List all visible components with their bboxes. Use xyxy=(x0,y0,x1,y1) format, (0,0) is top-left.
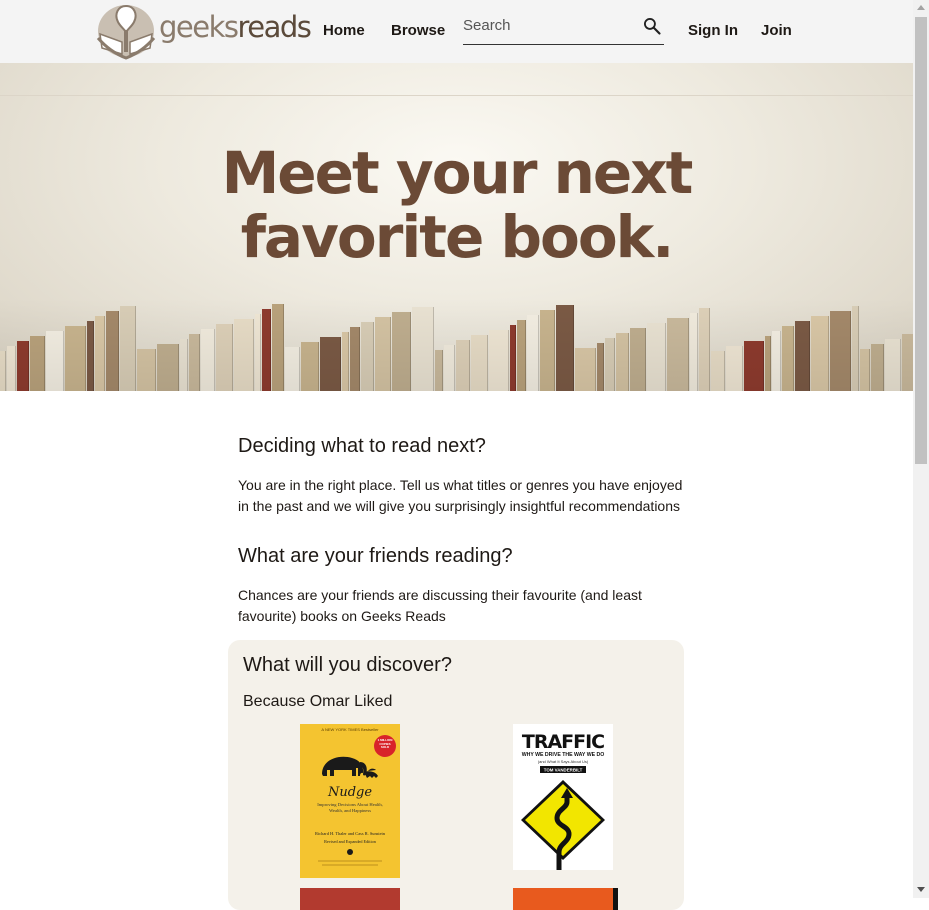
logo-text-dark: reads xyxy=(237,10,312,44)
book-cover-banner: A NEW YORK TIMES Bestseller xyxy=(321,727,379,732)
book-cover-tagline: (and What It Says About Us) xyxy=(538,759,589,764)
hero-headline-line1: Meet your next xyxy=(221,139,694,207)
sign-in-link[interactable]: Sign In xyxy=(688,22,738,39)
book-cover-edition: Revised and Expanded Edition xyxy=(324,839,377,844)
search-icon[interactable] xyxy=(642,16,662,36)
bookshelf-illustration xyxy=(0,298,913,391)
section-heading-deciding: Deciding what to read next? xyxy=(238,435,486,457)
section-heading-friends: What are your friends reading? xyxy=(238,545,513,567)
book-cover-traffic[interactable]: TRAFFIC WHY WE DRIVE THE WAY WE DO (and … xyxy=(513,724,613,870)
scrollbar-thumb[interactable] xyxy=(915,17,927,464)
book-cover-authors: Richard H. Thaler and Cass R. Sunstein xyxy=(315,831,386,836)
discover-title: What will you discover? xyxy=(243,654,452,676)
bestseller-badge-text: 1 MILLION COPIES SOLD xyxy=(377,739,393,749)
page-scrollbar[interactable] xyxy=(913,0,929,898)
discover-subtitle: Because Omar Liked xyxy=(243,693,393,710)
nav-browse-link[interactable]: Browse xyxy=(391,22,445,39)
book-cover-partial-1[interactable] xyxy=(300,888,400,910)
book-cover-author: TOM VANDERBILT xyxy=(544,768,583,773)
section-body-deciding: You are in the right place. Tell us what… xyxy=(238,477,683,514)
book-cover-title: Nudge xyxy=(327,785,372,800)
hero-divider xyxy=(0,95,913,96)
scroll-down-arrow-icon[interactable] xyxy=(917,887,925,892)
logo-icon xyxy=(96,4,156,60)
section-body-friends: Chances are your friends are discussing … xyxy=(238,587,642,624)
book-cover-partial-2[interactable] xyxy=(513,888,618,910)
site-logo[interactable]: geeksreads xyxy=(96,2,312,60)
hero-banner: Meet your next favorite book. xyxy=(0,63,913,391)
book-cover-nudge[interactable]: A NEW YORK TIMES Bestseller 1 MILLION CO… xyxy=(300,724,400,878)
logo-text-light: geeks xyxy=(159,10,239,44)
nav-home-link[interactable]: Home xyxy=(323,22,365,39)
search-box xyxy=(463,10,664,45)
book-cover-subtitle: Improving Decisions About Health, Wealth… xyxy=(317,802,383,813)
logo-wordmark: geeksreads xyxy=(159,10,312,44)
publisher-logo xyxy=(347,849,353,855)
discover-panel: What will you discover? Because Omar Lik… xyxy=(228,640,684,910)
book-cover-title: TRAFFIC xyxy=(522,731,604,753)
top-header: geeksreads Home Browse Sign In Join xyxy=(0,0,913,63)
hero-headline-line2: favorite book. xyxy=(240,203,675,271)
scroll-up-arrow-icon[interactable] xyxy=(917,5,925,10)
hero-headline: Meet your next favorite book. xyxy=(0,141,913,269)
book-cover-subtitle: WHY WE DRIVE THE WAY WE DO xyxy=(522,752,605,758)
search-input[interactable] xyxy=(463,14,633,36)
join-link[interactable]: Join xyxy=(761,22,792,39)
